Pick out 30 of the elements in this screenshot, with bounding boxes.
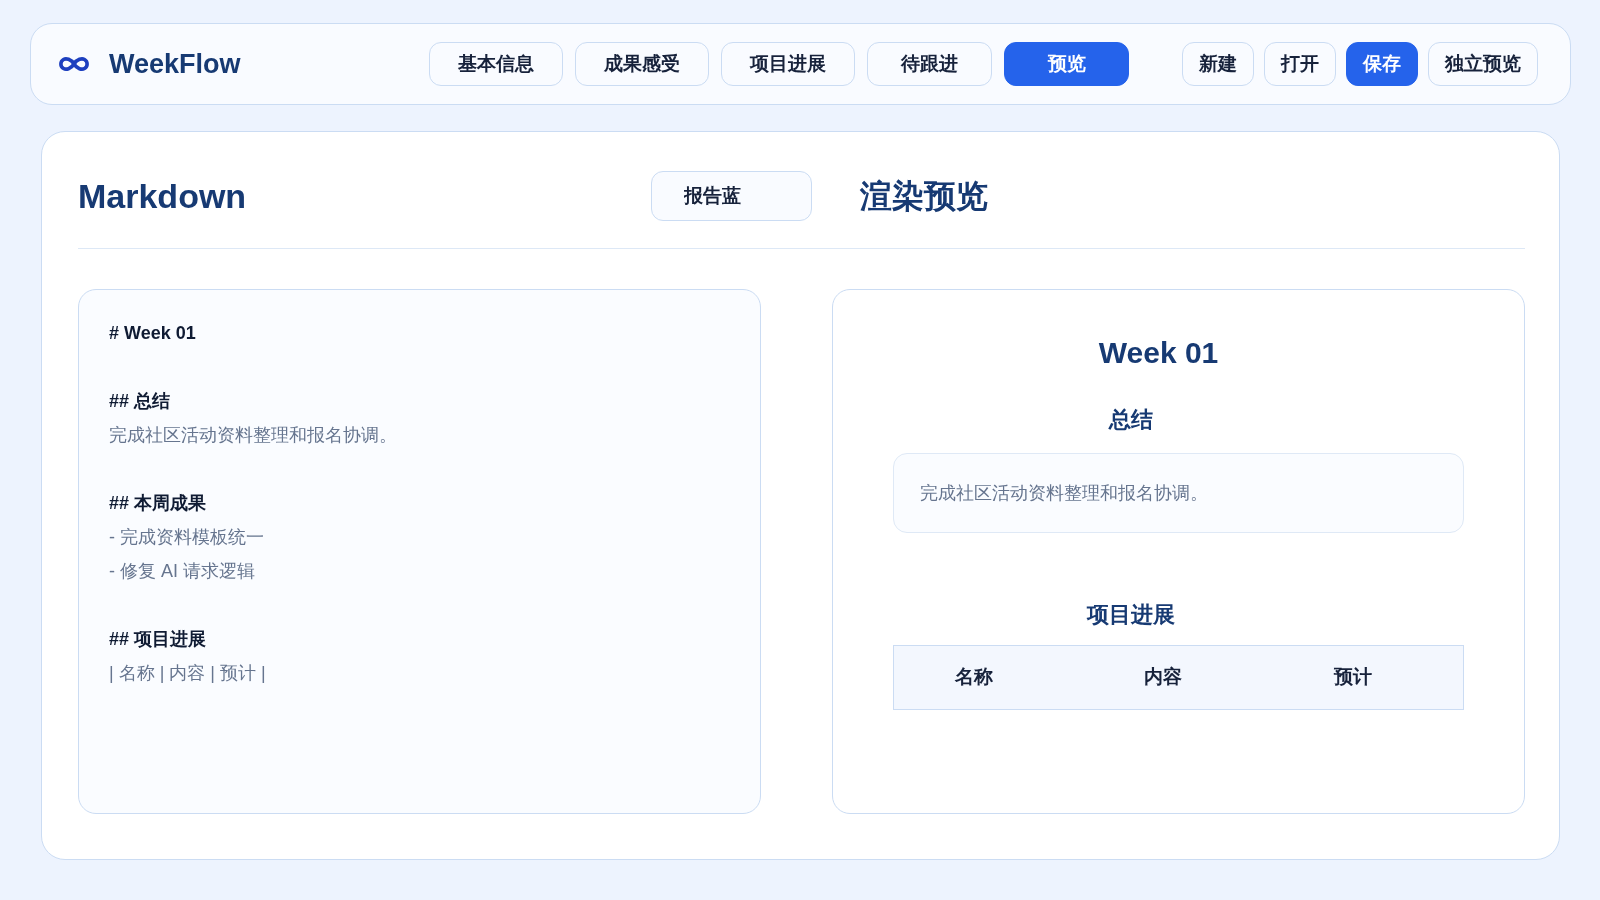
markdown-heading: # Week 01 (109, 322, 197, 345)
markdown-line: - 修复 AI 请求逻辑 (109, 560, 256, 583)
markdown-editor[interactable]: # Week 01 ## 总结 完成社区活动资料整理和报名协调。 ## 本周成果 - 完成资料模板统一 - 修复 AI 请求逻辑 ## 项目进展 | 名称 | 内容 | 预计 | (78, 289, 761, 814)
summary-text: 完成社区活动资料整理和报名协调。 (920, 483, 1208, 503)
markdown-line: - 完成资料模板统一 (109, 526, 265, 549)
toolbar-button[interactable]: 打开 (1264, 42, 1336, 86)
markdown-heading: ## 本周成果 (109, 492, 208, 515)
nav-tab[interactable]: 基本信息 (429, 42, 563, 86)
markdown-heading: ## 总结 (109, 390, 172, 413)
logo-icon (58, 56, 90, 72)
table-header-cell: 预计 (1273, 645, 1464, 710)
nav-tab[interactable]: 预览 (1004, 42, 1129, 86)
document-title: Week 01 (1097, 335, 1220, 371)
save-button[interactable]: 保存 (1346, 42, 1418, 86)
section-heading: 总结 (1107, 406, 1154, 434)
section-heading: 项目进展 (1085, 601, 1176, 629)
theme-select[interactable]: 报告蓝 (651, 171, 812, 221)
nav-tab[interactable]: 成果感受 (575, 42, 709, 86)
nav-tab[interactable]: 项目进展 (721, 42, 855, 86)
toolbar-button[interactable]: 新建 (1182, 42, 1254, 86)
brand-name: WeekFlow (109, 47, 241, 81)
markdown-heading: ## 项目进展 (109, 628, 208, 651)
table-header-cell: 名称 (893, 645, 1084, 710)
editor-title: Markdown (78, 175, 248, 217)
toolbar-button[interactable]: 独立预览 (1428, 42, 1538, 86)
preview-title: 渲染预览 (860, 176, 989, 216)
nav-tab[interactable]: 待跟进 (867, 42, 992, 86)
markdown-line: 完成社区活动资料整理和报名协调。 (109, 424, 398, 447)
markdown-line: | 名称 | 内容 | 预计 | (109, 662, 267, 685)
table-header-cell: 内容 (1083, 645, 1273, 710)
